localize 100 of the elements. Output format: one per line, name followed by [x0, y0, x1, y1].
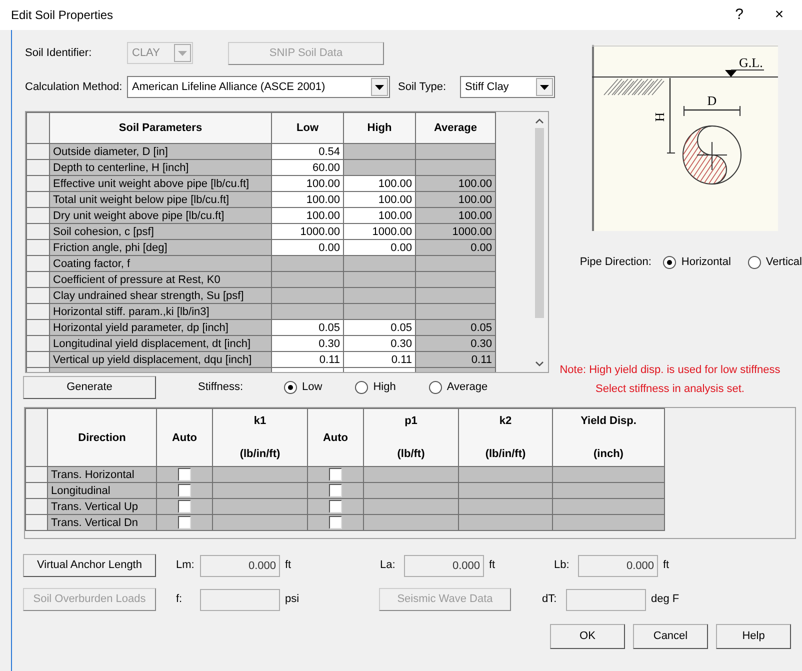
- column-header: Direction: [48, 408, 156, 466]
- value-input-cell[interactable]: 0.00: [344, 240, 416, 256]
- checkbox[interactable]: [178, 484, 191, 497]
- value-input-cell[interactable]: 1000.00: [272, 224, 344, 240]
- parameter-cell: Soil cohesion, c [psf]: [50, 224, 272, 240]
- help-button[interactable]: ?: [719, 4, 760, 26]
- action-button[interactable]: Virtual Anchor Length: [23, 554, 156, 577]
- checkbox[interactable]: [329, 516, 342, 529]
- value-cell: 0.30: [416, 336, 496, 352]
- value-input-cell[interactable]: 100.00: [272, 176, 344, 192]
- value-input-cell[interactable]: 1000.00: [344, 224, 416, 240]
- parameter-cell: Depth to centerline, H [inch]: [50, 160, 272, 176]
- value-input-cell[interactable]: 100.00: [344, 208, 416, 224]
- dialog-button[interactable]: OK: [550, 624, 625, 649]
- value-input-cell[interactable]: 0.00: [272, 240, 344, 256]
- value-input-cell[interactable]: 0.11: [344, 352, 416, 368]
- radio-label[interactable]: Low: [302, 379, 322, 396]
- input-field[interactable]: 0.000: [404, 554, 484, 576]
- radio-button[interactable]: [284, 381, 297, 394]
- parameter-cell: Horizontal yield parameter, dp [inch]: [50, 320, 272, 336]
- pipe-section-drawing: [682, 126, 742, 184]
- window-title: Edit Soil Properties: [10, 7, 114, 24]
- dialog-button[interactable]: Cancel: [633, 624, 708, 649]
- caret-icon: [540, 84, 549, 90]
- parameter-cell: Longitudinal yield displacement, dt [inch]: [50, 336, 272, 352]
- value-cell: 0.05: [416, 320, 496, 336]
- parameter-cell: Clay undrained shear strength, Su [psf]: [50, 288, 272, 304]
- value-input-cell[interactable]: 0.05: [344, 320, 416, 336]
- value-input-cell[interactable]: 0.11: [272, 352, 344, 368]
- value-input-cell[interactable]: 0.05: [272, 320, 344, 336]
- checkbox[interactable]: [178, 500, 191, 513]
- unit-label: ft: [489, 558, 496, 574]
- radio-label[interactable]: Horizontal: [681, 254, 731, 270]
- radio-button[interactable]: [663, 256, 676, 269]
- close-button[interactable]: ×: [759, 4, 800, 26]
- dialog-button[interactable]: Help: [716, 624, 791, 649]
- note-text: Select stiffness in analysis set.: [594, 382, 746, 396]
- column-header: Yield Disp. (inch): [552, 408, 664, 466]
- column-header: Average: [416, 112, 496, 144]
- scrollbar-thumb[interactable]: [535, 128, 544, 318]
- column-header: Auto: [308, 408, 364, 466]
- field-label: f:: [176, 592, 184, 608]
- column-header: Low: [272, 112, 344, 144]
- chevron-down-icon[interactable]: [535, 361, 544, 367]
- value-cell: 0.00: [416, 240, 496, 256]
- column-header: Soil Parameters: [50, 112, 272, 144]
- radio-button[interactable]: [428, 381, 442, 394]
- unit-label: psi: [285, 592, 300, 608]
- value-input-cell[interactable]: 60.00: [272, 160, 344, 176]
- value-cell: 100.00: [416, 176, 496, 192]
- field-label: La:: [380, 558, 396, 574]
- parameter-cell: Horizontal stiff. param.,ki [lb/in3]: [50, 304, 272, 320]
- input-field[interactable]: 0.000: [578, 554, 658, 576]
- value-input-cell[interactable]: 100.00: [344, 192, 416, 208]
- field-label: Stiffness:: [198, 380, 244, 396]
- input-field[interactable]: 0.000: [200, 554, 280, 576]
- parameter-cell: Vertical up yield displacement, dqu [inch]: [50, 352, 272, 368]
- caret-icon: [375, 84, 384, 90]
- checkbox[interactable]: [329, 500, 342, 513]
- checkbox[interactable]: [329, 468, 342, 481]
- parameter-cell: Outside diameter, D [in]: [50, 144, 272, 160]
- direction-cell: Trans. Vertical Dn: [48, 514, 156, 530]
- diagram-label: D: [707, 93, 717, 108]
- field-label: Soil Identifier:: [25, 46, 93, 61]
- radio-label[interactable]: High: [373, 379, 396, 396]
- field-label: Lm:: [176, 558, 196, 574]
- radio-button[interactable]: [355, 381, 368, 394]
- checkbox[interactable]: [329, 484, 342, 497]
- chevron-up-icon[interactable]: [535, 118, 544, 124]
- parameter-cell: Dry unit weight above pipe [lb/cu.ft]: [50, 208, 272, 224]
- value-input-cell[interactable]: 0.54: [272, 144, 344, 160]
- checkbox[interactable]: [178, 468, 191, 481]
- unit-label: deg F: [651, 592, 680, 608]
- checkbox[interactable]: [178, 516, 191, 529]
- value-input-cell[interactable]: 100.00: [344, 176, 416, 192]
- parameter-cell: Total unit weight below pipe [lb/cu.ft]: [50, 192, 272, 208]
- generate-button[interactable]: Generate: [23, 376, 156, 399]
- column-header: Auto: [156, 408, 212, 466]
- value-input-cell[interactable]: 100.00: [272, 208, 344, 224]
- value-input-cell[interactable]: 100.00: [272, 192, 344, 208]
- calculation-method-dropdown[interactable]: American Lifeline Alliance (ASCE 2001): [127, 76, 390, 98]
- input-field[interactable]: [566, 588, 646, 610]
- parameter-cell: Effective unit weight above pipe [lb/cu.ft]: [50, 176, 272, 192]
- input-field[interactable]: [200, 588, 280, 610]
- caret-icon: [178, 50, 187, 56]
- field-label: Calculation Method:: [25, 80, 124, 95]
- radio-button[interactable]: [748, 256, 761, 269]
- column-header: p1 (lb/ft): [364, 408, 458, 466]
- value-cell: 1000.00: [416, 224, 496, 240]
- radio-label[interactable]: Average: [446, 379, 488, 396]
- parameter-cell: Friction angle, phi [deg]: [50, 240, 272, 256]
- diagram-label: H: [652, 112, 667, 122]
- soil-type-dropdown[interactable]: Stiff Clay: [460, 76, 555, 98]
- direction-cell: Trans. Horizontal: [48, 466, 156, 482]
- radio-label[interactable]: Vertical: [766, 254, 802, 270]
- direction-cell: Trans. Vertical Up: [48, 498, 156, 514]
- unit-label: ft: [663, 558, 670, 574]
- value-input-cell[interactable]: 0.30: [272, 336, 344, 352]
- value-input-cell[interactable]: 0.30: [344, 336, 416, 352]
- value-cell: 100.00: [416, 192, 496, 208]
